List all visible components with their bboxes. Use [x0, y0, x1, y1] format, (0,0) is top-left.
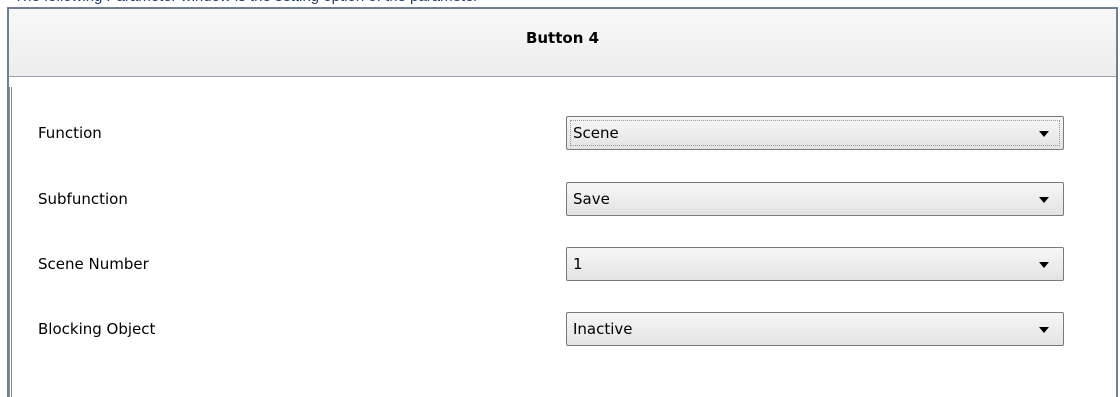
blocking-object-label: Blocking Object	[38, 320, 156, 338]
parameter-list: Function Scene Subfunction Save Scene Nu…	[9, 87, 1116, 397]
parameter-row-blocking-object: Blocking Object Inactive	[12, 312, 1116, 348]
parameter-row-subfunction: Subfunction Save	[12, 182, 1116, 218]
parameter-window: Button 4 Function Scene Subfunction Save…	[7, 7, 1118, 397]
subfunction-label: Subfunction	[38, 190, 128, 208]
blocking-object-dropdown[interactable]: Inactive	[566, 312, 1064, 346]
chevron-down-icon[interactable]	[1039, 197, 1049, 203]
focus-outline	[570, 120, 1060, 146]
scene-number-dropdown[interactable]: 1	[566, 247, 1064, 281]
window-title: Button 4	[525, 29, 600, 47]
scene-number-value: 1	[573, 255, 583, 273]
chevron-down-icon[interactable]	[1039, 131, 1049, 137]
window-header: Button 4	[9, 9, 1116, 77]
subfunction-dropdown[interactable]: Save	[566, 182, 1064, 216]
subfunction-value: Save	[573, 190, 610, 208]
parameter-row-function: Function Scene	[12, 116, 1116, 152]
parameter-row-scene-number: Scene Number 1	[12, 247, 1116, 283]
function-label: Function	[38, 124, 102, 142]
function-dropdown[interactable]: Scene	[566, 116, 1064, 150]
blocking-object-value: Inactive	[573, 320, 633, 338]
chevron-down-icon[interactable]	[1039, 327, 1049, 333]
scene-number-label: Scene Number	[38, 255, 149, 273]
chevron-down-icon[interactable]	[1039, 262, 1049, 268]
function-value: Scene	[573, 124, 619, 142]
